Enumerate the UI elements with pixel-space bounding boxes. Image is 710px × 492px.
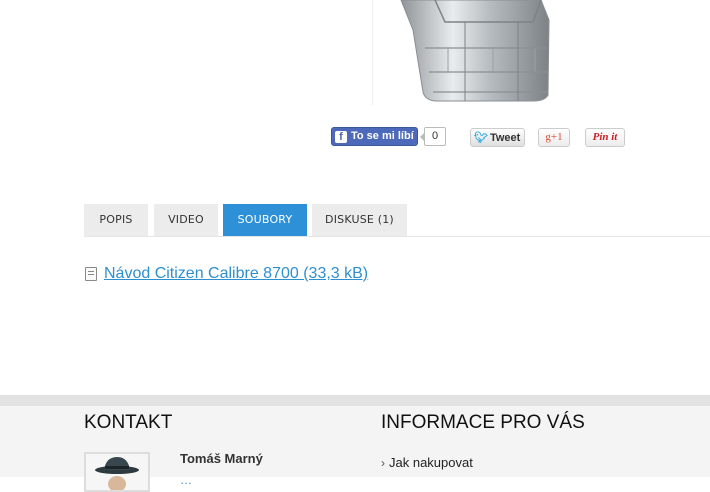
google-plus-button[interactable]: g+1 (538, 128, 570, 147)
pinterest-pin-button[interactable]: Pin it (585, 128, 625, 147)
document-icon (85, 267, 97, 281)
footer: KONTAKT Tomáš Marný … INFORMACE PRO VÁS … (0, 395, 710, 492)
contact-email[interactable]: … (180, 473, 192, 487)
twitter-bird-icon: 🐦︎ (474, 132, 488, 144)
file-download-link[interactable]: Návod Citizen Calibre 8700 (33,3 kB) (104, 265, 368, 283)
tab-video[interactable]: VIDEO (154, 204, 218, 236)
facebook-icon: f (335, 130, 347, 143)
info-link-jak-nakupovat[interactable]: › Jak nakupovat (381, 454, 473, 471)
footer-divider (0, 395, 710, 406)
tweet-button[interactable]: 🐦︎ Tweet (470, 128, 525, 147)
info-link-label: Jak nakupovat (389, 454, 473, 470)
chevron-right-icon: › (381, 456, 385, 470)
facebook-like-count: 0 (420, 127, 446, 146)
info-heading: INFORMACE PRO VÁS (381, 412, 585, 433)
tab-popis[interactable]: POPIS (84, 204, 148, 236)
file-list-item: Návod Citizen Calibre 8700 (33,3 kB) (85, 265, 368, 283)
facebook-like-label: To se mi líbí (351, 130, 414, 142)
tweet-label: Tweet (489, 131, 521, 144)
contact-heading: KONTAKT (84, 412, 173, 433)
tab-soubory[interactable]: SOUBORY (223, 204, 307, 236)
watch-bracelet-image (400, 0, 550, 102)
tab-diskuse[interactable]: DISKUSE (1) (312, 204, 407, 236)
contact-name: Tomáš Marný (180, 451, 263, 466)
product-tabs: POPIS VIDEO SOUBORY DISKUSE (1) (84, 204, 710, 237)
facebook-like-button[interactable]: f To se mi líbí (331, 127, 418, 146)
avatar (84, 452, 150, 492)
contact-photo-image (86, 454, 148, 490)
product-image[interactable] (372, 0, 573, 105)
